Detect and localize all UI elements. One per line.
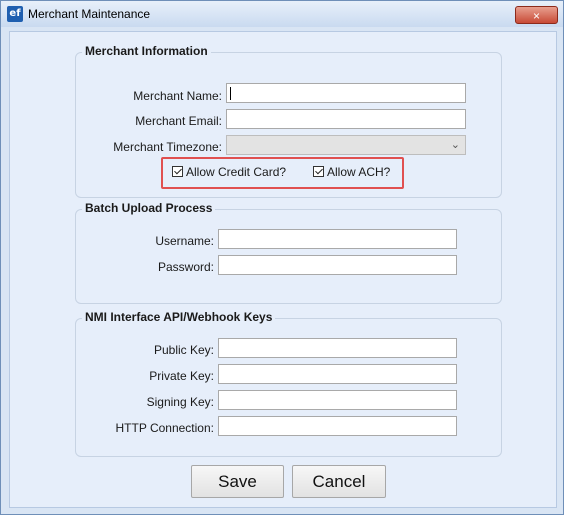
merchant-information-title: Merchant Information bbox=[82, 44, 211, 58]
close-button[interactable]: × bbox=[515, 6, 558, 24]
allow-ach-label: Allow ACH? bbox=[327, 165, 391, 179]
batch-upload-title: Batch Upload Process bbox=[82, 201, 216, 215]
merchant-email-input[interactable] bbox=[226, 109, 466, 129]
allow-credit-card-label: Allow Credit Card? bbox=[186, 165, 287, 179]
private-key-label: Private Key: bbox=[149, 369, 214, 383]
dialog-body: Merchant Information Merchant Name: Merc… bbox=[9, 31, 557, 508]
http-connection-input[interactable] bbox=[218, 416, 457, 436]
http-connection-label: HTTP Connection: bbox=[115, 421, 215, 435]
allow-credit-card-checkbox[interactable]: Allow Credit Card? bbox=[172, 165, 286, 179]
password-input[interactable] bbox=[218, 255, 457, 275]
chevron-down-icon: ⌄ bbox=[450, 139, 460, 151]
cancel-button[interactable]: Cancel bbox=[292, 465, 386, 498]
merchant-timezone-select[interactable]: ⌄ bbox=[226, 135, 466, 155]
merchant-timezone-label: Merchant Timezone: bbox=[113, 140, 222, 154]
private-key-input[interactable] bbox=[218, 364, 457, 384]
password-label: Password: bbox=[157, 260, 214, 274]
signing-key-input[interactable] bbox=[218, 390, 457, 410]
checkbox-checked-icon bbox=[313, 166, 324, 177]
text-cursor bbox=[230, 87, 231, 100]
username-label: Username: bbox=[155, 234, 214, 248]
username-input[interactable] bbox=[218, 229, 457, 249]
merchant-maintenance-window: ef Merchant Maintenance × Merchant Infor… bbox=[0, 0, 564, 515]
window-title: Merchant Maintenance bbox=[28, 7, 151, 21]
merchant-name-input[interactable] bbox=[226, 83, 466, 103]
checkbox-checked-icon bbox=[172, 166, 183, 177]
signing-key-label: Signing Key: bbox=[146, 395, 214, 409]
nmi-keys-title: NMI Interface API/Webhook Keys bbox=[82, 310, 276, 324]
title-bar: ef Merchant Maintenance × bbox=[1, 1, 563, 27]
merchant-name-label: Merchant Name: bbox=[133, 89, 222, 103]
public-key-label: Public Key: bbox=[153, 343, 214, 357]
save-button[interactable]: Save bbox=[191, 465, 284, 498]
allow-ach-checkbox[interactable]: Allow ACH? bbox=[313, 165, 390, 179]
public-key-input[interactable] bbox=[218, 338, 457, 358]
merchant-email-label: Merchant Email: bbox=[135, 114, 222, 128]
app-icon: ef bbox=[7, 6, 23, 22]
